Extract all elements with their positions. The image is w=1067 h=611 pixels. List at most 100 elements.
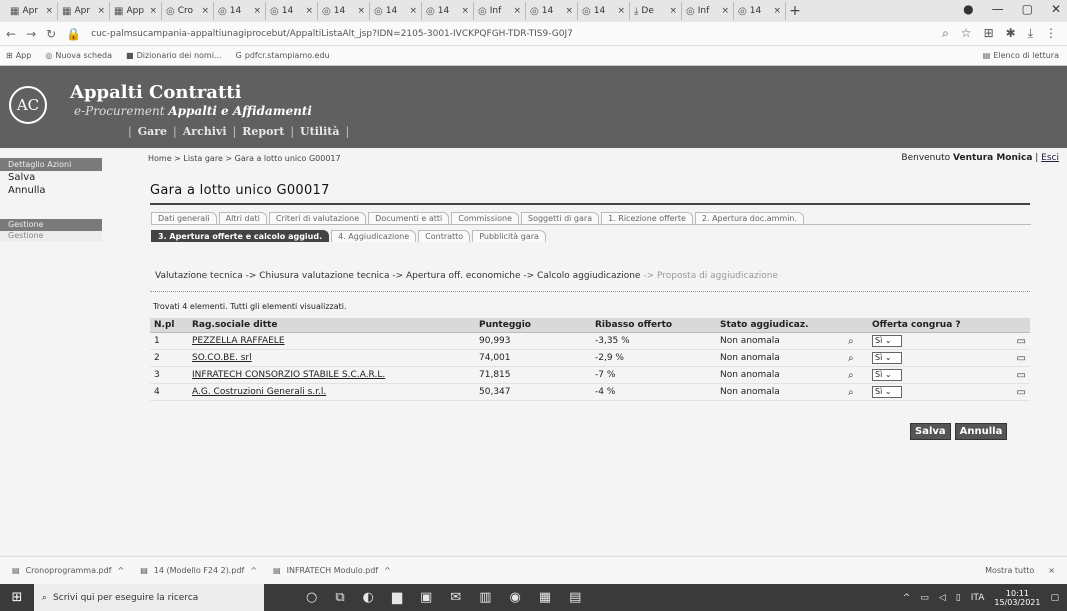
browser-tab[interactable]: ◎ 14 ×: [734, 2, 786, 20]
app-icon[interactable]: ▤: [569, 590, 581, 605]
close-tab-icon[interactable]: ×: [149, 6, 157, 16]
magnify-icon[interactable]: ⌕: [848, 336, 854, 347]
task-view-icon[interactable]: ⧉: [335, 590, 344, 605]
comment-icon[interactable]: ▭: [1017, 387, 1026, 398]
close-tab-icon[interactable]: ×: [357, 6, 365, 16]
browser-tab[interactable]: ◎ Inf ×: [682, 2, 734, 20]
congrua-select[interactable]: Sì ⌄: [872, 335, 902, 347]
puzzle-icon[interactable]: ✱: [1006, 26, 1016, 41]
browser-tab[interactable]: ⤓ De ×: [630, 2, 682, 20]
close-tab-icon[interactable]: ×: [45, 6, 53, 16]
chevron-up-icon[interactable]: ^: [117, 566, 124, 575]
minimize-icon[interactable]: —: [992, 2, 1004, 16]
nav-gare[interactable]: Gare: [138, 125, 167, 138]
tab-row2-1[interactable]: 4. Aggiudicazione: [331, 230, 417, 242]
browser-tab[interactable]: ▦ App ×: [110, 2, 162, 20]
forward-icon[interactable]: →: [26, 27, 36, 41]
volume-icon[interactable]: ◁: [939, 593, 946, 603]
download-item[interactable]: ▤ Cronoprogramma.pdf ^: [12, 566, 124, 575]
reload-icon[interactable]: ↻: [46, 27, 56, 41]
zoom-icon[interactable]: ⌕: [942, 26, 949, 41]
file-explorer-icon[interactable]: ▆: [392, 590, 402, 605]
language-indicator[interactable]: ITA: [971, 593, 985, 603]
browser-tab[interactable]: ◎ 14 ×: [214, 2, 266, 20]
close-tab-icon[interactable]: ×: [253, 6, 261, 16]
notifications-icon[interactable]: ▢: [1050, 593, 1059, 603]
comment-icon[interactable]: ▭: [1017, 336, 1026, 347]
company-link[interactable]: PEZZELLA RAFFAELE: [192, 336, 285, 346]
tab-0[interactable]: Dati generali: [151, 212, 217, 224]
company-link[interactable]: A.G. Costruzioni Generali s.r.l.: [192, 387, 326, 397]
profile-icon[interactable]: ●: [963, 2, 973, 16]
company-link[interactable]: INFRATECH CONSORZIO STABILE S.C.A.R.L.: [192, 370, 385, 380]
tab-5[interactable]: Soggetti di gara: [520, 212, 600, 224]
close-tab-icon[interactable]: ×: [409, 6, 417, 16]
sidebar-item-annulla[interactable]: Annulla: [0, 184, 138, 197]
mail-icon[interactable]: ✉: [450, 590, 461, 605]
close-tab-icon[interactable]: ×: [461, 6, 469, 16]
close-tab-icon[interactable]: ×: [617, 6, 625, 16]
congrua-select[interactable]: Sì ⌄: [872, 369, 902, 381]
tab-4[interactable]: Commissione: [451, 212, 519, 224]
download-icon[interactable]: ⤓: [1028, 26, 1033, 41]
extensions-icon[interactable]: ⊞: [984, 26, 994, 41]
tab-row2-0[interactable]: 3. Apertura offerte e calcolo aggiud.: [151, 230, 330, 242]
show-all-downloads[interactable]: Mostra tutto: [985, 566, 1034, 575]
close-tab-icon[interactable]: ×: [201, 6, 209, 16]
tray-chevron-icon[interactable]: ^: [903, 593, 911, 603]
clock[interactable]: 10:11 15/03/2021: [994, 589, 1040, 607]
url-field[interactable]: cuc-palmsucampania-appaltiunagiprocebut/…: [91, 29, 932, 39]
store-icon[interactable]: ▣: [420, 590, 432, 605]
chevron-up-icon[interactable]: ^: [250, 566, 257, 575]
star-icon[interactable]: ☆: [961, 26, 972, 41]
close-tab-icon[interactable]: ×: [305, 6, 313, 16]
company-link[interactable]: SO.CO.BE. srl: [192, 353, 252, 363]
close-tab-icon[interactable]: ×: [773, 6, 781, 16]
close-tab-icon[interactable]: ×: [669, 6, 677, 16]
congrua-select[interactable]: Sì ⌄: [872, 352, 902, 364]
back-icon[interactable]: ←: [6, 27, 16, 41]
tab-row2-3[interactable]: Pubblicità gara: [472, 230, 546, 242]
close-window-icon[interactable]: ✕: [1051, 2, 1061, 16]
tab-2[interactable]: Criteri di valutazione: [268, 212, 367, 224]
reading-list[interactable]: ▤ Elenco di lettura: [983, 51, 1067, 60]
browser-tab[interactable]: ◎ 14 ×: [318, 2, 370, 20]
bookmark-apps[interactable]: ⊞ App: [6, 51, 31, 60]
comment-icon[interactable]: ▭: [1017, 353, 1026, 364]
cancel-button[interactable]: Annulla: [954, 423, 1008, 440]
bookmark-pdf[interactable]: Gpdfcr.stampiamo.edu: [236, 51, 330, 60]
congrua-select[interactable]: Sì ⌄: [872, 386, 902, 398]
magnify-icon[interactable]: ⌕: [848, 370, 854, 381]
bookmark-dictionary[interactable]: ■ Dizionario dei nomi...: [126, 51, 222, 60]
bookmark-new-tab[interactable]: ◎ Nuova scheda: [45, 51, 112, 60]
menu-icon[interactable]: ⋮: [1045, 26, 1057, 41]
new-tab-icon[interactable]: +: [786, 3, 804, 19]
tab-7[interactable]: 2. Apertura doc.ammin.: [694, 212, 805, 224]
maximize-icon[interactable]: ▢: [1022, 2, 1033, 16]
browser-tab[interactable]: ▦ Apr ×: [6, 2, 58, 20]
tab-3[interactable]: Documenti e atti: [368, 212, 450, 224]
browser-tab[interactable]: ◎ 14 ×: [422, 2, 474, 20]
breadcrumb[interactable]: Home > Lista gare > Gara a lotto unico G…: [148, 154, 341, 163]
taskbar-search[interactable]: ⌕ Scrivi qui per eseguire la ricerca: [34, 584, 264, 611]
excel-icon[interactable]: ▦: [539, 590, 551, 605]
browser-tab[interactable]: ◎ 14 ×: [266, 2, 318, 20]
comment-icon[interactable]: ▭: [1017, 370, 1026, 381]
sidebar-item-salva[interactable]: Salva: [0, 171, 138, 184]
sidebar-item-gestione[interactable]: Gestione: [0, 231, 102, 241]
close-downloads-icon[interactable]: ×: [1048, 566, 1055, 575]
chrome-icon[interactable]: ◉: [509, 590, 520, 605]
tab-row2-2[interactable]: Contratto: [418, 230, 471, 242]
network-icon[interactable]: ▭: [920, 593, 929, 603]
cortana-icon[interactable]: ○: [306, 590, 317, 605]
logout-link[interactable]: Esci: [1041, 153, 1059, 163]
close-tab-icon[interactable]: ×: [513, 6, 521, 16]
browser-tab[interactable]: ◎ 14 ×: [578, 2, 630, 20]
save-button[interactable]: Salva: [910, 423, 951, 440]
battery-icon[interactable]: ▯: [956, 593, 961, 603]
nav-archivi[interactable]: Archivi: [183, 125, 227, 138]
word-icon[interactable]: ▥: [479, 590, 491, 605]
tab-6[interactable]: 1. Ricezione offerte: [601, 212, 693, 224]
nav-report[interactable]: Report: [242, 125, 284, 138]
browser-tab[interactable]: ◎ 14 ×: [370, 2, 422, 20]
